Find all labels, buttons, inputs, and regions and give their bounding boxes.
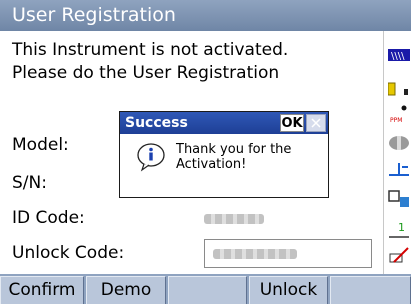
model-label: Model: (12, 135, 69, 155)
softkey-3-button[interactable] (168, 276, 247, 304)
close-icon (311, 118, 321, 128)
svg-text:\\\\: \\\\ (391, 51, 405, 61)
prism-icon[interactable] (388, 135, 410, 151)
laser-icon[interactable]: PPM (388, 103, 410, 125)
svg-text:PPM: PPM (390, 117, 402, 124)
dialog-message: Thank you for the Activation! (176, 142, 291, 172)
battery-level-icon[interactable]: \\\\ (388, 49, 410, 61)
svg-text:1: 1 (398, 221, 405, 234)
dialog-title: Success (125, 115, 188, 131)
message-line-2: Please do the User Registration (12, 63, 280, 83)
id-code-value (204, 214, 264, 224)
softkey-bar: Confirm Demo Unlock (0, 274, 411, 304)
unlock-code-label: Unlock Code: (12, 243, 125, 263)
battery-icon[interactable] (388, 81, 410, 97)
target-height-icon[interactable] (388, 161, 410, 177)
dialog-ok-button[interactable]: OK (280, 114, 304, 132)
softkey-5-button[interactable] (330, 276, 411, 304)
edit-icon[interactable] (388, 246, 410, 264)
unlock-button[interactable]: Unlock (249, 276, 328, 304)
success-dialog: Success OK Thank you for the Activation! (119, 111, 329, 198)
info-icon (137, 143, 165, 172)
sn-label: S/N: (12, 173, 47, 193)
unlock-code-input[interactable] (204, 239, 372, 268)
unlock-code-value (213, 249, 297, 259)
dialog-title-bar: Success OK (120, 112, 328, 134)
message-line-1: This Instrument is not activated. (12, 40, 289, 60)
id-code-label: ID Code: (12, 208, 85, 228)
status-bar: \\\\ PPM 1 (383, 31, 411, 274)
demo-button[interactable]: Demo (86, 276, 166, 304)
dialog-close-button[interactable] (306, 114, 326, 132)
window-title: User Registration (0, 0, 411, 31)
communication-icon[interactable] (388, 189, 410, 209)
dialog-message-line-1: Thank you for the (176, 142, 292, 157)
dialog-message-line-2: Activation! (176, 157, 247, 172)
confirm-button[interactable]: Confirm (0, 276, 84, 304)
tilt-icon[interactable]: 1 (388, 219, 410, 239)
